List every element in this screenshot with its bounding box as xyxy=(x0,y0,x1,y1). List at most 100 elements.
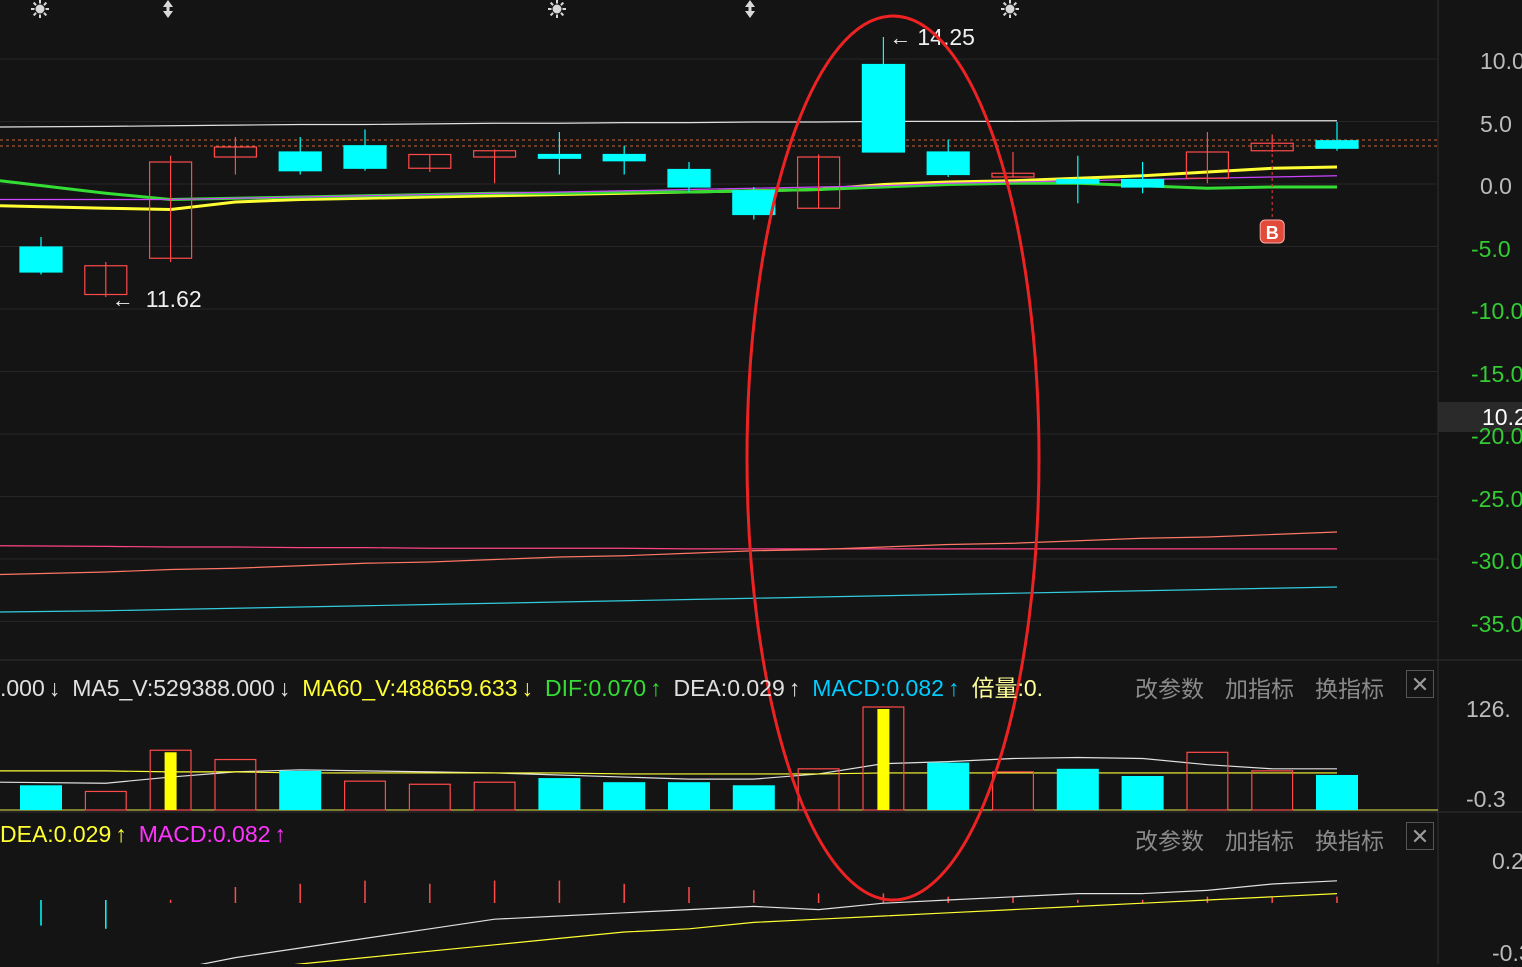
legend-item: 倍量:0. xyxy=(971,675,1043,701)
ma-pink-line xyxy=(0,545,1337,550)
legend-item: DEA:0.029 ↑ xyxy=(0,821,127,847)
stock-chart: ← 14.25← 11.62B xyxy=(0,0,1522,964)
volume-bar xyxy=(603,782,646,810)
candle-body xyxy=(926,151,970,176)
legend-item: MACD:0.082 ↑ xyxy=(812,675,959,701)
add-indicator-button[interactable]: 加指标 xyxy=(1225,822,1294,856)
y-axis-tick: -0.3 xyxy=(1492,940,1522,966)
volume-bar xyxy=(1316,774,1358,810)
sun-ray xyxy=(1013,1,1018,6)
arrow-bar xyxy=(748,5,752,13)
updown-arrow-icon xyxy=(745,0,755,18)
switch-indicator-button[interactable]: 换指标 xyxy=(1315,670,1384,704)
up-arrow-icon: ↑ xyxy=(788,675,801,701)
down-arrow-icon: ↓ xyxy=(48,675,61,701)
high-price-arrow: ← xyxy=(889,25,911,50)
candle-body xyxy=(1120,178,1165,188)
down-arrow-icon: ↓ xyxy=(278,675,291,701)
sun-ray xyxy=(1013,12,1018,17)
candle-body xyxy=(732,190,776,216)
volume-highlight-bar xyxy=(164,752,177,810)
close-panel-button[interactable]: ✕ xyxy=(1406,670,1434,698)
volume-bar xyxy=(732,785,775,810)
y-axis-tick: 10.0 xyxy=(1480,48,1522,74)
dif-line xyxy=(199,880,1338,964)
candle-body xyxy=(667,168,711,188)
volume-bar xyxy=(1251,770,1294,811)
sun-core xyxy=(1005,4,1015,14)
legend-text: MA60_V:488659.633 xyxy=(302,675,518,701)
legend-text: DIF:0.070 xyxy=(545,675,647,701)
low-price-label: 11.62 xyxy=(146,286,202,312)
legend-item: DEA:0.029 ↑ xyxy=(674,675,801,701)
sun-core xyxy=(552,4,562,14)
y-axis-tick: -30.0 xyxy=(1471,548,1522,574)
low-price-arrow: ← xyxy=(112,287,134,312)
current-price-label: 10.2 xyxy=(1482,404,1522,430)
candle-body xyxy=(602,153,646,162)
ma-salmon-line xyxy=(0,531,1338,576)
ma-cyan-line xyxy=(0,586,1338,613)
sun-ray xyxy=(43,1,48,6)
legend-item: MACD:0.082 ↑ xyxy=(139,821,286,847)
sun-ray xyxy=(560,12,565,17)
y-axis-tick: 126. xyxy=(1466,696,1511,722)
volume-bar xyxy=(991,771,1034,811)
volume-bar xyxy=(1056,768,1099,810)
volume-highlight-bar xyxy=(877,709,890,810)
down-arrow-icon: ↓ xyxy=(521,675,534,701)
volume-legend: .000 ↓ MA5_V:529388.000 ↓ MA60_V:488659.633 ↓… xyxy=(0,669,1055,701)
legend-item: DIF:0.070 ↑ xyxy=(545,675,662,701)
volume-panel[interactable] xyxy=(0,706,1438,811)
close-panel-button[interactable]: ✕ xyxy=(1406,822,1434,850)
sun-ray xyxy=(549,12,554,17)
y-axis-tick: -35.0 xyxy=(1471,610,1522,637)
volume-bar xyxy=(214,758,257,811)
candle-body xyxy=(1056,178,1100,184)
add-indicator-button[interactable]: 加指标 xyxy=(1225,670,1294,704)
legend-text: MACD:0.082 xyxy=(138,821,271,847)
y-axis-tick: 0.0 xyxy=(1480,173,1512,199)
candle-body xyxy=(343,145,387,169)
sun-ray xyxy=(1002,12,1007,17)
sun-ray xyxy=(43,12,48,17)
sun-ray xyxy=(549,1,554,6)
volume-bar xyxy=(538,778,581,810)
y-axis-tick: -5.0 xyxy=(1471,235,1511,262)
legend-text: MACD:0.082 xyxy=(812,675,944,701)
legend-text: DEA:0.029 xyxy=(673,675,785,701)
volume-bar xyxy=(668,782,710,810)
up-arrow-icon: ↑ xyxy=(650,675,662,701)
legend-item: MA5_V:529388.000 ↓ xyxy=(72,675,290,701)
sun-icon xyxy=(548,0,566,18)
legend-text: .000 xyxy=(0,675,45,701)
volume-bar xyxy=(20,785,62,810)
sun-ray xyxy=(560,1,565,6)
updown-arrow-icon xyxy=(163,0,173,18)
up-arrow-icon: ↑ xyxy=(274,821,286,847)
volume-bar xyxy=(84,790,127,811)
macd-legend: DEA:0.029 ↑ MACD:0.082 ↑ xyxy=(0,821,298,851)
edit-params-button[interactable]: 改参数 xyxy=(1135,670,1204,704)
sun-ray xyxy=(32,12,37,17)
buy-marker-label: B xyxy=(1266,223,1279,243)
candle-body xyxy=(861,63,906,153)
sun-icon xyxy=(31,0,49,18)
volume-bar xyxy=(473,781,516,811)
candlestick-panel[interactable]: ← 14.25← 11.62B xyxy=(0,0,1438,613)
volume-bar xyxy=(344,780,387,811)
legend-text: DEA:0.029 xyxy=(0,821,112,847)
y-axis-tick: -10.0 xyxy=(1471,298,1522,324)
sun-core xyxy=(35,4,45,14)
y-axis-tick: -15.0 xyxy=(1471,360,1522,387)
ma60-v-line xyxy=(0,770,1337,775)
legend-item: MA60_V:488659.633 ↓ xyxy=(302,675,533,701)
switch-indicator-button[interactable]: 换指标 xyxy=(1315,822,1384,856)
macd-panel[interactable] xyxy=(0,880,1338,964)
volume-bar xyxy=(1121,776,1164,810)
y-axis-tick: 5.0 xyxy=(1480,110,1512,137)
candle-body xyxy=(19,246,63,273)
up-arrow-icon: ↑ xyxy=(947,675,960,701)
edit-params-button[interactable]: 改参数 xyxy=(1135,822,1204,856)
volume-bar xyxy=(1186,751,1229,811)
